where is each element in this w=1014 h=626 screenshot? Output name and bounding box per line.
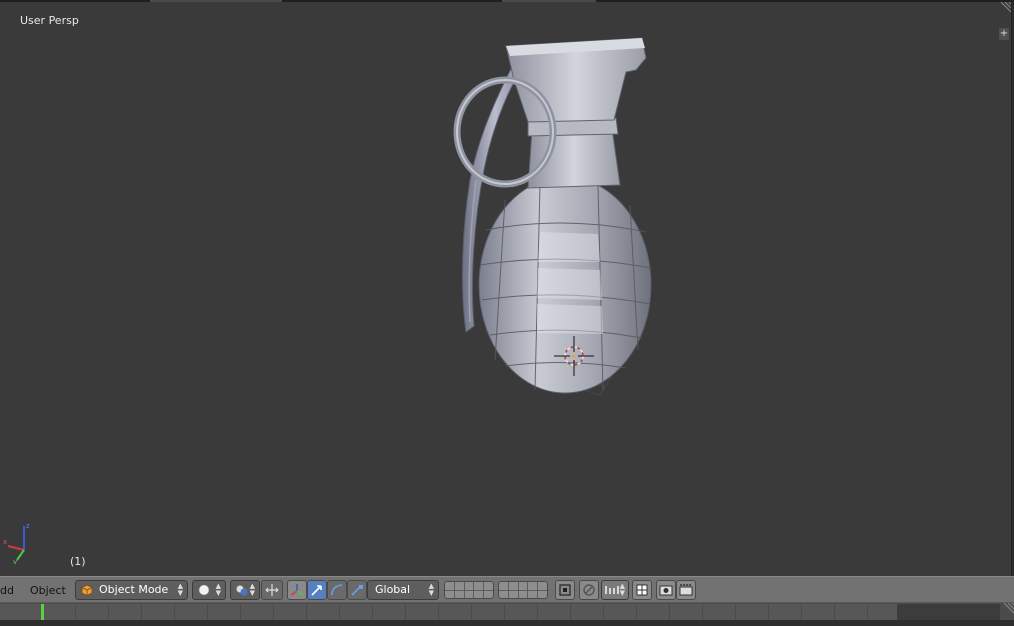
3d-viewport[interactable]: User Persp (1) + z x y — [0, 2, 1012, 576]
layers-grid-2[interactable] — [498, 581, 548, 599]
rotate-icon — [331, 584, 343, 596]
snap-element-button[interactable] — [632, 580, 652, 600]
translate-button[interactable] — [307, 580, 327, 600]
lock-camera-button[interactable] — [555, 580, 575, 600]
axis-tripod-icon — [290, 584, 304, 596]
render-animation-button[interactable] — [676, 580, 696, 600]
viewport-shading-select[interactable]: ▲ ▼ — [192, 580, 226, 600]
pivot-icon — [236, 585, 248, 596]
lock-icon — [559, 584, 571, 596]
spinner-arrows-icon: ▲ ▼ — [177, 582, 183, 597]
area-split-corner-icon[interactable] — [999, 2, 1011, 14]
menu-add[interactable]: dd — [0, 584, 14, 597]
timeline-bottom-edge — [0, 620, 1014, 626]
viewport-header: dd Object Object Mode ▲ ▼ ▲ ▼ ▲ ▼ Global… — [0, 576, 1014, 603]
rotate-button[interactable] — [327, 580, 347, 600]
proportional-falloff-select[interactable]: ▲ ▼ — [601, 580, 629, 600]
properties-toggle-icon[interactable]: + — [999, 28, 1009, 40]
transform-orientation-select[interactable]: Global ▲ ▼ — [367, 580, 439, 600]
grenade-model[interactable] — [0, 2, 1012, 576]
transform-manipulator-button[interactable] — [287, 580, 307, 600]
scale-icon — [351, 585, 363, 596]
frame-label: (1) — [70, 555, 86, 568]
layers-grid-1[interactable] — [444, 581, 494, 599]
snap-element-icon — [636, 584, 648, 596]
svg-text:y: y — [13, 558, 17, 564]
render-icon — [659, 585, 673, 596]
snap-icon — [605, 586, 619, 594]
proportional-edit-button[interactable] — [579, 580, 599, 600]
svg-text:x: x — [3, 538, 7, 546]
manipulator-toggle[interactable] — [261, 580, 283, 600]
cube-icon — [81, 584, 93, 596]
svg-text:z: z — [26, 522, 30, 530]
mode-select-value: Object Mode — [99, 583, 169, 596]
manipulator-icon — [265, 584, 279, 596]
transform-orientation-value: Global — [375, 583, 411, 596]
translate-icon — [311, 585, 322, 596]
render-anim-icon — [679, 584, 693, 596]
scale-button[interactable] — [347, 580, 367, 600]
area-split-corner-icon[interactable] — [1002, 603, 1014, 615]
mode-select[interactable]: Object Mode ▲ ▼ — [75, 580, 188, 600]
menu-object[interactable]: Object — [30, 584, 66, 597]
view-label: User Persp — [20, 14, 79, 27]
pivot-point-select[interactable]: ▲ ▼ — [230, 580, 260, 600]
solid-sphere-icon — [198, 584, 210, 596]
render-image-button[interactable] — [656, 580, 676, 600]
proportional-edit-icon — [583, 584, 595, 596]
axis-gizmo: z x y — [3, 522, 30, 564]
